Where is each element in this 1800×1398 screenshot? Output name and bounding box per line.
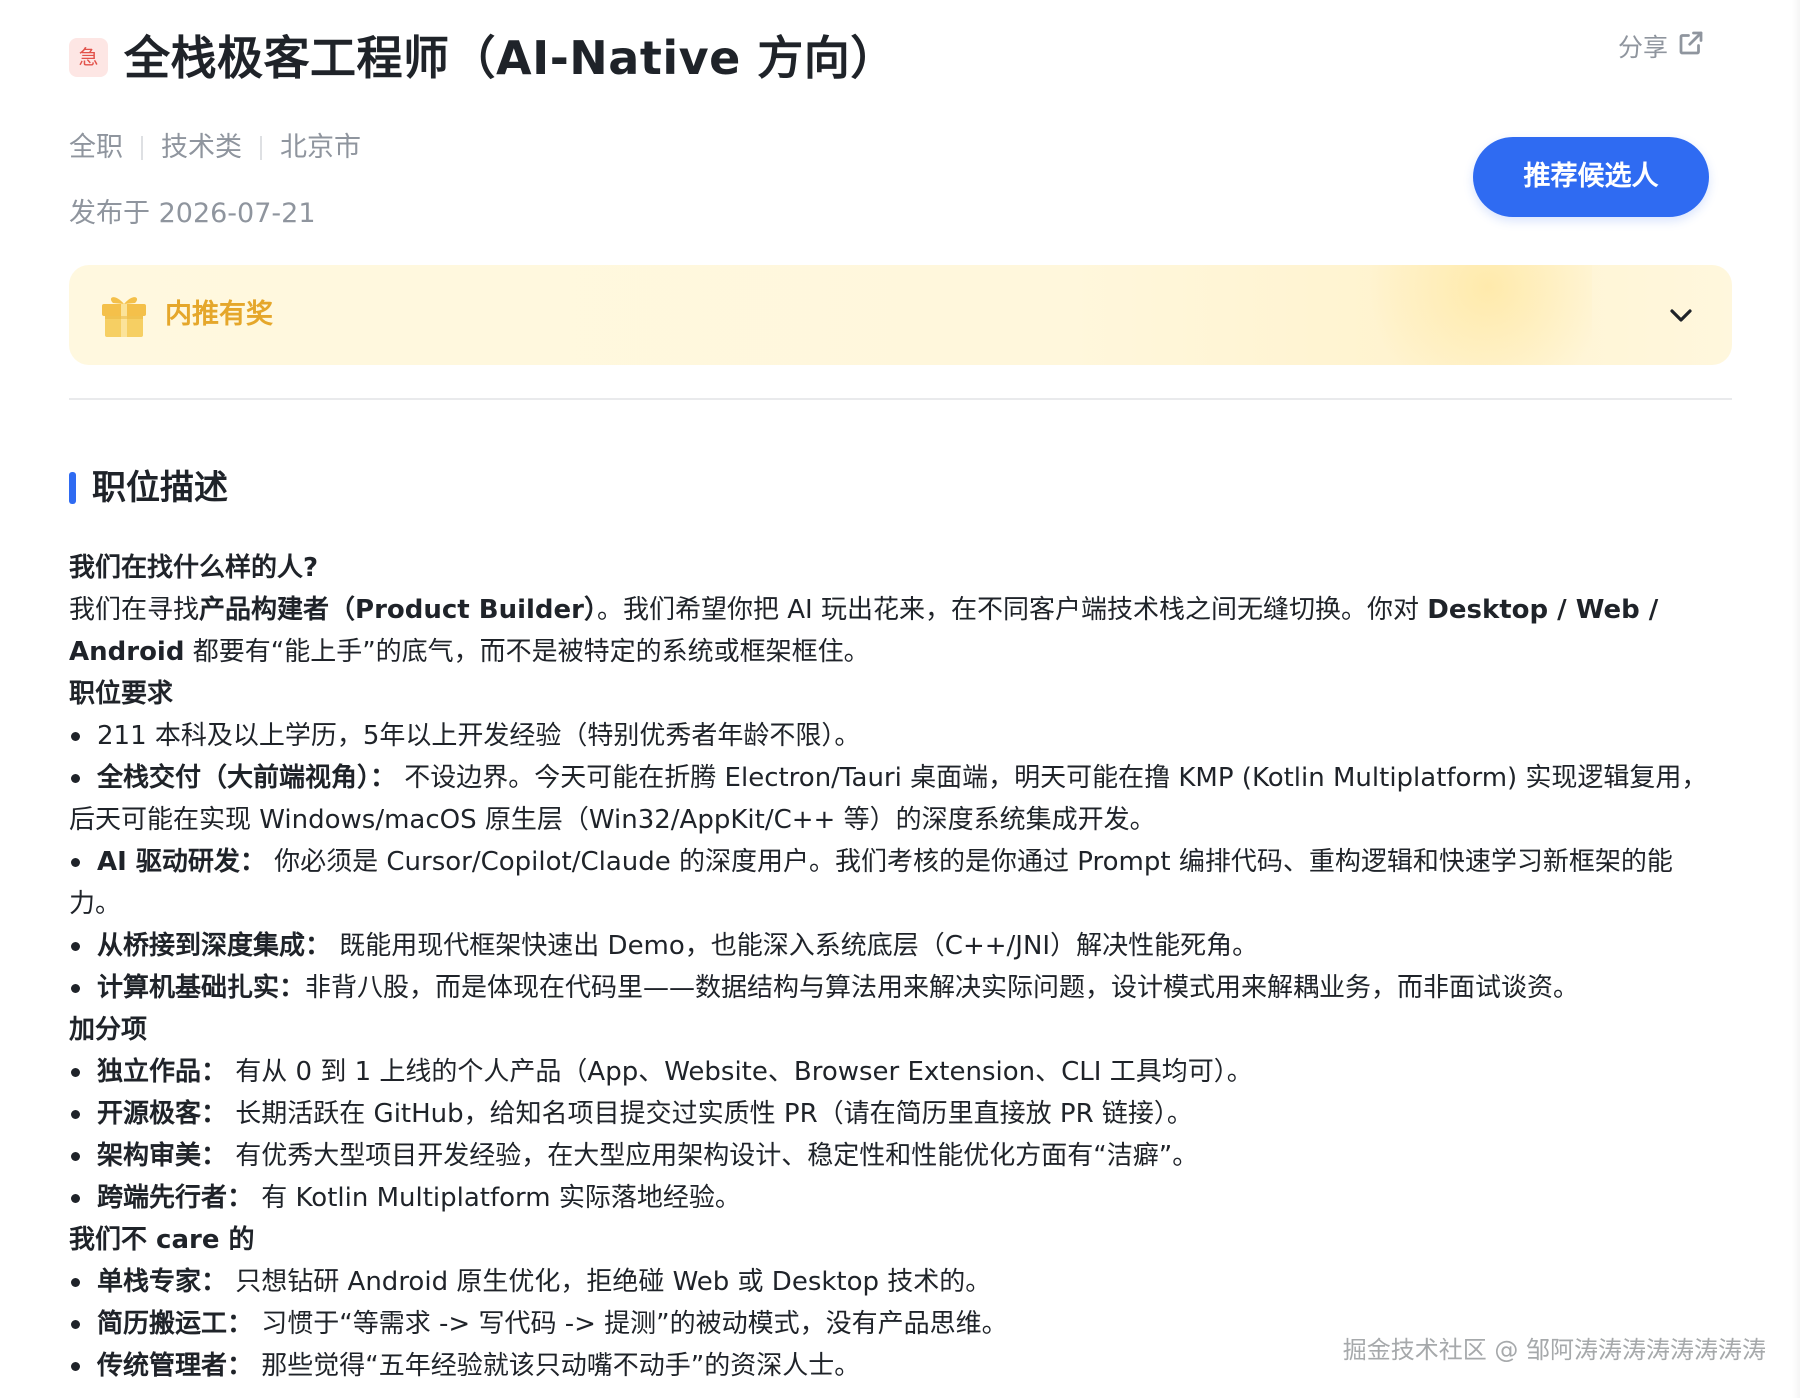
item-bold: 架构审美：: [97, 1141, 228, 1171]
item-bold: 单栈专家：: [97, 1267, 228, 1297]
item-text: 211 本科及以上学历，5年以上开发经验（特别优秀者年龄不限）。: [97, 721, 861, 751]
recommend-candidate-button[interactable]: 推荐候选人: [1473, 137, 1709, 217]
who-text: 我们在寻找: [69, 595, 200, 625]
item-text: 长期活跃在 GitHub，给知名项目提交过实质性 PR（请在简历里直接放 PR …: [227, 1099, 1193, 1129]
requirement-item: 计算机基础扎实：非背八股，而是体现在代码里——数据结构与算法用来解决实际问题，设…: [69, 967, 1719, 1009]
item-bold: 从桥接到深度集成：: [97, 931, 332, 961]
item-bold: 简历搬运工：: [97, 1309, 254, 1339]
reward-label: 内推有奖: [165, 299, 273, 330]
share-external-icon: [1676, 28, 1706, 64]
job-city: 北京市: [280, 132, 361, 163]
item-text: 非背八股，而是体现在代码里——数据结构与算法用来解决实际问题，设计模式用来解耦业…: [305, 973, 1580, 1003]
who-text: 。我们希望你把 AI 玩出花来，在不同客户端技术栈之间无缝切换。你对: [597, 595, 1428, 625]
job-category: 技术类: [161, 132, 242, 163]
requirement-item: 全栈交付（大前端视角）： 不设边界。今天可能在折腾 Electron/Tauri…: [69, 757, 1719, 841]
requirements-list: 211 本科及以上学历，5年以上开发经验（特别优秀者年龄不限）。 全栈交付（大前…: [69, 715, 1719, 1009]
job-title: 全栈极客工程师（AI-Native 方向）: [124, 31, 897, 85]
bonus-item: 独立作品： 有从 0 到 1 上线的个人产品（App、Website、Brows…: [69, 1051, 1719, 1093]
item-text: 只想钻研 Android 原生优化，拒绝碰 Web 或 Desktop 技术的。: [227, 1267, 992, 1297]
gift-icon: [102, 297, 146, 337]
not-care-list: 单栈专家： 只想钻研 Android 原生优化，拒绝碰 Web 或 Deskto…: [69, 1261, 1719, 1387]
bonus-item: 架构审美： 有优秀大型项目开发经验，在大型应用架构设计、稳定性和性能优化方面有“…: [69, 1135, 1719, 1177]
job-meta: 全职 技术类 北京市: [69, 126, 361, 170]
item-text: 那些觉得“五年经验就该只动嘴不动手”的资深人士。: [253, 1351, 861, 1381]
item-bold: 计算机基础扎实：: [97, 973, 306, 1003]
section-divider: [69, 398, 1732, 400]
page-edge-shadow: [1792, 0, 1800, 1398]
watermark: 掘金技术社区 @ 邹阿涛涛涛涛涛涛涛涛: [1342, 1336, 1766, 1364]
item-text: 既能用现代框架快速出 Demo，也能深入系统底层（C++/JNI）解决性能死角。: [331, 931, 1259, 961]
section-accent-bar: [69, 472, 76, 504]
section-title: 职位描述: [92, 468, 228, 508]
urgent-badge: 急: [69, 38, 108, 77]
who-text: 都要有“能上手”的底气，而不是被特定的系统或框架框住。: [184, 637, 870, 667]
job-description: 我们在找什么样的人? 我们在寻找产品构建者（Product Builder）。我…: [69, 547, 1719, 1387]
publish-date: 发布于 2026-07-21: [69, 198, 316, 229]
requirements-heading: 职位要求: [69, 679, 174, 709]
item-bold: 开源极客：: [97, 1099, 228, 1129]
job-type: 全职: [69, 132, 123, 163]
bonus-item: 跨端先行者： 有 Kotlin Multiplatform 实际落地经验。: [69, 1177, 1719, 1219]
meta-divider: [141, 136, 143, 160]
item-text: 有从 0 到 1 上线的个人产品（App、Website、Browser Ext…: [227, 1057, 1253, 1087]
meta-divider: [260, 136, 262, 160]
item-bold: 跨端先行者：: [97, 1183, 254, 1213]
item-bold: 独立作品：: [97, 1057, 228, 1087]
who-bold-text: 产品构建者（Product Builder）: [199, 595, 597, 625]
who-paragraph: 我们在寻找产品构建者（Product Builder）。我们希望你把 AI 玩出…: [69, 589, 1719, 673]
job-detail-page: 急 全栈极客工程师（AI-Native 方向） 分享 全职 技术类 北京市 发布…: [0, 0, 1800, 1398]
bonus-item: 开源极客： 长期活跃在 GitHub，给知名项目提交过实质性 PR（请在简历里直…: [69, 1093, 1719, 1135]
bonus-heading: 加分项: [69, 1015, 148, 1045]
item-text: 有优秀大型项目开发经验，在大型应用架构设计、稳定性和性能优化方面有“洁癖”。: [227, 1141, 1199, 1171]
not-care-item: 单栈专家： 只想钻研 Android 原生优化，拒绝碰 Web 或 Deskto…: [69, 1261, 1719, 1303]
chevron-down-icon[interactable]: [1666, 301, 1696, 329]
share-button[interactable]: 分享: [1618, 26, 1706, 66]
item-text: 习惯于“等需求 -> 写代码 -> 提测”的被动模式，没有产品思维。: [253, 1309, 1008, 1339]
share-label: 分享: [1617, 33, 1668, 62]
who-heading: 我们在找什么样的人?: [69, 553, 319, 583]
item-text: 你必须是 Cursor/Copilot/Claude 的深度用户。我们考核的是你…: [69, 847, 1673, 919]
item-bold: 传统管理者：: [97, 1351, 254, 1381]
referral-reward-bar[interactable]: 内推有奖: [69, 265, 1732, 365]
item-text: 有 Kotlin Multiplatform 实际落地经验。: [253, 1183, 741, 1213]
not-care-heading: 我们不 care 的: [69, 1225, 255, 1255]
reward-decoration: [1332, 265, 1592, 365]
item-bold: AI 驱动研发：: [97, 847, 266, 877]
requirement-item: 从桥接到深度集成： 既能用现代框架快速出 Demo，也能深入系统底层（C++/J…: [69, 925, 1719, 967]
bonus-list: 独立作品： 有从 0 到 1 上线的个人产品（App、Website、Brows…: [69, 1051, 1719, 1219]
item-bold: 全栈交付（大前端视角）：: [97, 763, 397, 793]
requirement-item: AI 驱动研发： 你必须是 Cursor/Copilot/Claude 的深度用…: [69, 841, 1719, 925]
requirement-item: 211 本科及以上学历，5年以上开发经验（特别优秀者年龄不限）。: [69, 715, 1719, 757]
